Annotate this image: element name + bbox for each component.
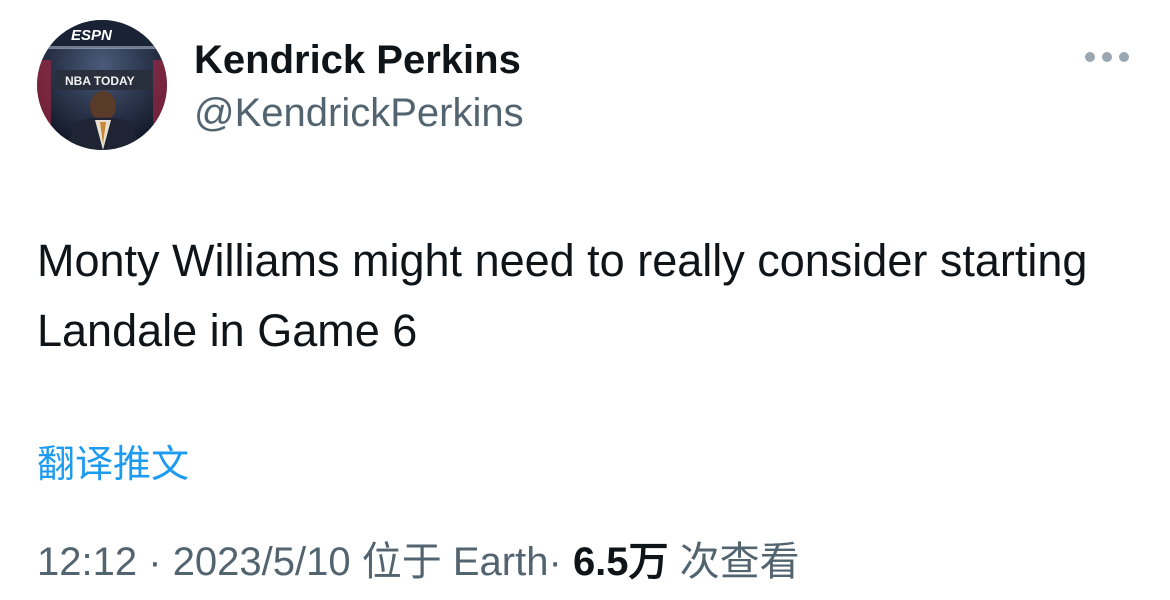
meta-separator: ·: [148, 540, 162, 584]
author-handle[interactable]: @KendrickPerkins: [194, 89, 524, 137]
more-horizontal-icon: [1085, 52, 1129, 62]
meta-separator: ·: [548, 540, 562, 584]
tweet-location: 位于 Earth: [361, 540, 549, 584]
author-display-name[interactable]: Kendrick Perkins: [194, 36, 521, 84]
tweet-time[interactable]: 12:12: [37, 540, 137, 584]
views-count[interactable]: 6.5万: [573, 540, 669, 584]
tweet-date[interactable]: 2023/5/10: [173, 540, 351, 584]
avatar-logo-text: ESPN: [71, 27, 113, 44]
avatar-banner-text: NBA TODAY: [65, 74, 135, 88]
tweet-metadata: 12:12 · 2023/5/10 位于 Earth· 6.5万 次查看: [37, 536, 800, 588]
translate-tweet-link[interactable]: 翻译推文: [37, 440, 189, 490]
avatar[interactable]: ESPN NBA TODAY: [37, 20, 167, 150]
avatar-image: ESPN NBA TODAY: [37, 20, 167, 150]
more-options-button[interactable]: [1080, 42, 1134, 72]
tweet-text: Monty Williams might need to really cons…: [37, 235, 1088, 356]
tweet: ESPN NBA TODAY Kendrick Perkins @Kendric…: [0, 0, 1170, 600]
views-label: 次查看: [679, 540, 800, 584]
